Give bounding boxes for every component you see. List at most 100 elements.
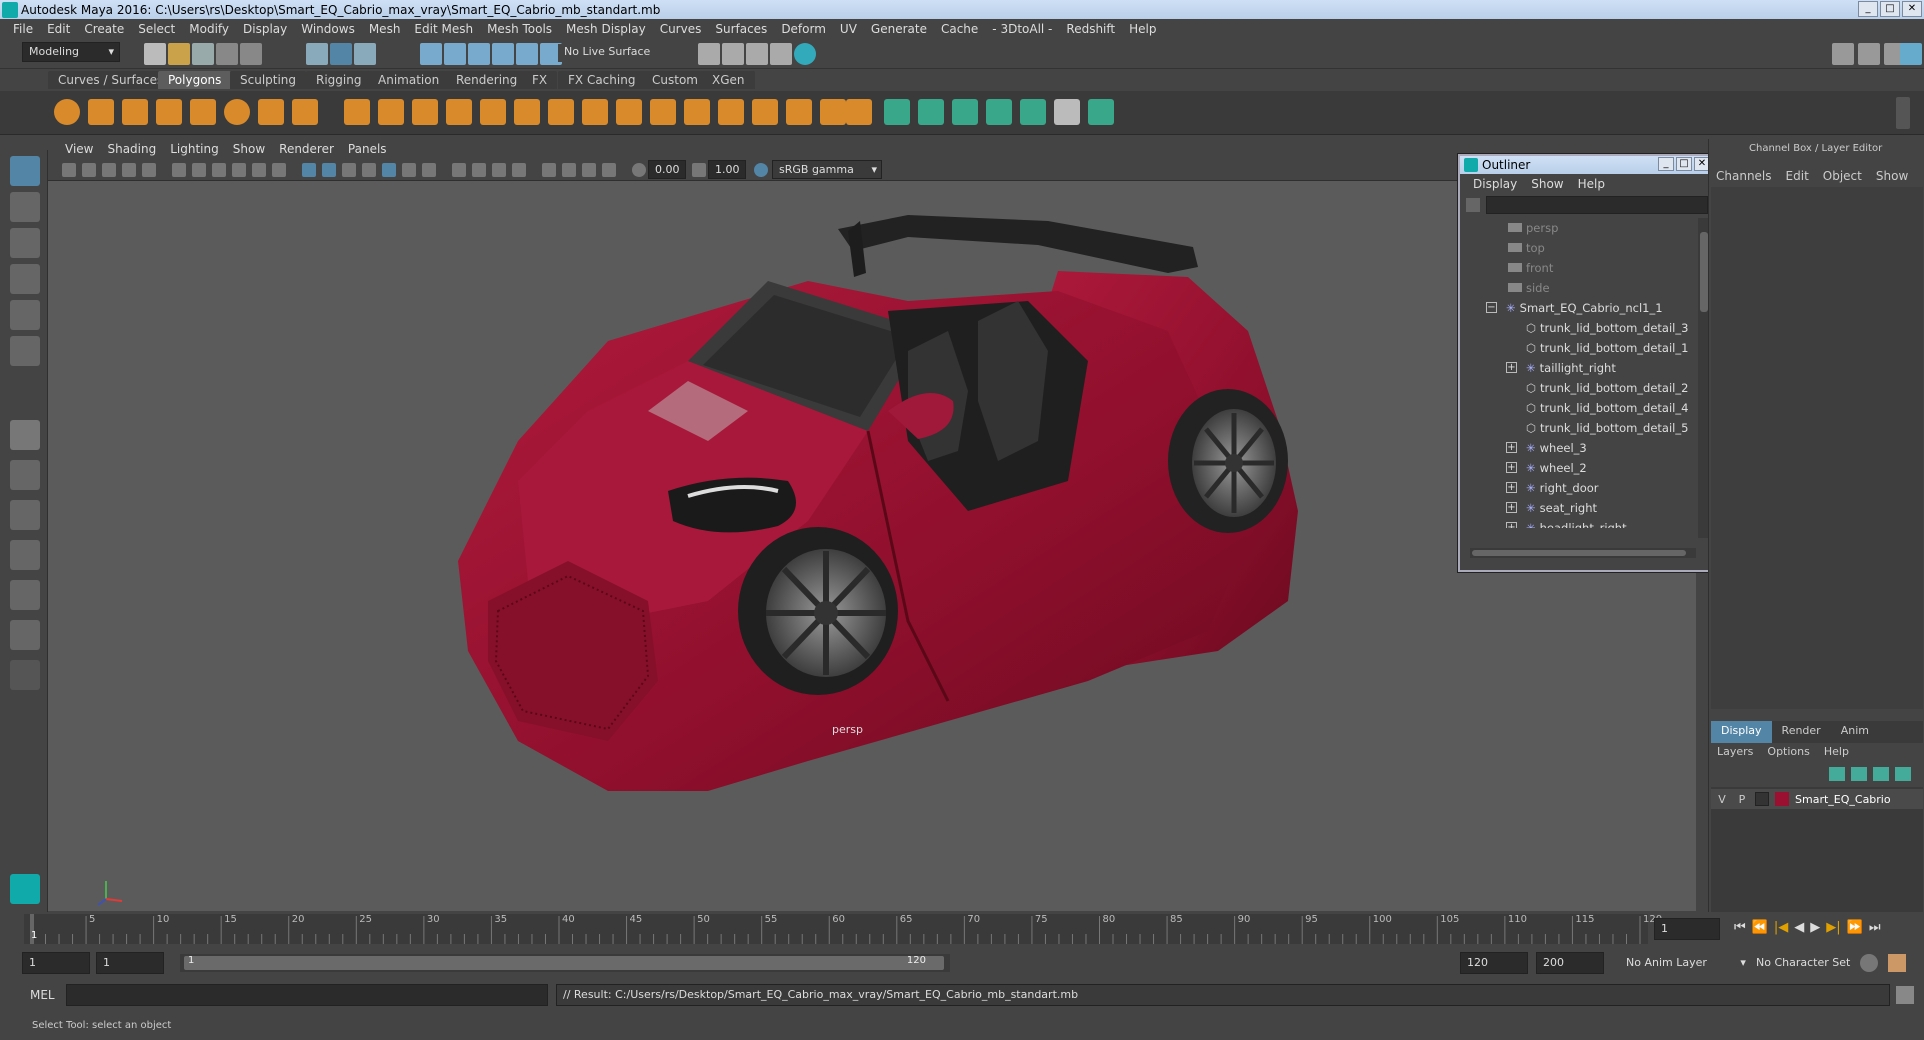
shelf-tab-polygons[interactable]: Polygons bbox=[158, 71, 232, 89]
select-tool-icon[interactable] bbox=[10, 156, 40, 186]
channel-menu-object[interactable]: Object bbox=[1818, 169, 1867, 187]
depth-of-field-icon[interactable] bbox=[512, 163, 526, 177]
checker-icon[interactable] bbox=[1054, 99, 1080, 125]
script-editor-icon[interactable] bbox=[1896, 986, 1914, 1004]
screen-space-ao-icon[interactable] bbox=[452, 163, 466, 177]
scrollbar-thumb[interactable] bbox=[1472, 550, 1686, 556]
step-back-frame-icon[interactable]: |◀ bbox=[1774, 920, 1788, 935]
command-input[interactable] bbox=[66, 984, 548, 1006]
animation-start-field[interactable]: 1 bbox=[22, 952, 90, 974]
menu-create[interactable]: Create bbox=[77, 22, 131, 36]
layer-menu-options[interactable]: Options bbox=[1761, 745, 1815, 763]
filter-icon[interactable] bbox=[1466, 198, 1480, 212]
four-view-layout-icon[interactable] bbox=[10, 460, 40, 490]
outliner-item-mesh[interactable]: ⬡ trunk_lid_bottom_detail_1 bbox=[1526, 338, 1688, 358]
shelf-tab-rigging[interactable]: Rigging bbox=[306, 71, 372, 89]
collapse-icon[interactable]: − bbox=[1486, 302, 1497, 313]
poly-cone-icon[interactable] bbox=[156, 99, 182, 125]
menu-generate[interactable]: Generate bbox=[864, 22, 934, 36]
shelf-tab-sculpting[interactable]: Sculpting bbox=[230, 71, 307, 89]
expand-icon[interactable]: + bbox=[1506, 522, 1517, 528]
snap-point-icon[interactable] bbox=[468, 43, 490, 65]
snap-curve-icon[interactable] bbox=[444, 43, 466, 65]
shelf-scroll-icon[interactable] bbox=[1896, 97, 1910, 129]
rotate-tool-icon[interactable] bbox=[10, 300, 40, 330]
maya-home-icon[interactable] bbox=[10, 874, 40, 904]
outliner-item-group[interactable]: ✳ right_door bbox=[1526, 478, 1599, 498]
xray-joints-icon[interactable] bbox=[582, 163, 596, 177]
menu-3dtoall[interactable]: - 3DtoAll - bbox=[985, 22, 1059, 36]
wireframe-icon[interactable] bbox=[302, 163, 316, 177]
isolate-select-icon[interactable] bbox=[542, 163, 556, 177]
extrude-icon[interactable] bbox=[582, 99, 608, 125]
outliner-item-group[interactable]: ✳ wheel_2 bbox=[1526, 458, 1587, 478]
menu-curves[interactable]: Curves bbox=[653, 22, 709, 36]
layer-menu-help[interactable]: Help bbox=[1818, 745, 1855, 763]
wireframe-on-shaded-icon[interactable] bbox=[362, 163, 376, 177]
mirror-icon[interactable] bbox=[786, 99, 812, 125]
outliner-menu-display[interactable]: Display bbox=[1466, 177, 1524, 191]
select-hierarchy-icon[interactable] bbox=[306, 43, 328, 65]
channel-box-toggle-icon[interactable] bbox=[1900, 43, 1922, 65]
multi-cut-icon[interactable] bbox=[548, 99, 574, 125]
film-gate-icon[interactable] bbox=[192, 163, 206, 177]
ipr-render-icon[interactable] bbox=[722, 43, 744, 65]
shelf-tab-fx-caching[interactable]: FX Caching bbox=[558, 71, 646, 89]
viewport-menu-renderer[interactable]: Renderer bbox=[272, 142, 341, 156]
layer-tab-anim[interactable]: Anim bbox=[1831, 721, 1879, 743]
cylindrical-uv-icon[interactable] bbox=[918, 99, 944, 125]
persp-graph-layout-icon[interactable] bbox=[10, 540, 40, 570]
new-empty-layer-icon[interactable] bbox=[1873, 767, 1889, 781]
menu-file[interactable]: File bbox=[6, 22, 40, 36]
playback-end-field[interactable]: 120 bbox=[1460, 952, 1528, 974]
outliner-item-root-group[interactable]: ✳ Smart_EQ_Cabrio_ncl1_1 bbox=[1506, 298, 1663, 318]
select-object-icon[interactable] bbox=[330, 43, 352, 65]
bevel-icon[interactable] bbox=[480, 99, 506, 125]
layer-tab-display[interactable]: Display bbox=[1711, 721, 1772, 743]
render-frame-icon[interactable] bbox=[698, 43, 720, 65]
layer-row[interactable]: V P Smart_EQ_Cabrio bbox=[1711, 789, 1923, 809]
default-material-icon[interactable] bbox=[342, 163, 356, 177]
select-component-icon[interactable] bbox=[354, 43, 376, 65]
minimize-button[interactable]: _ bbox=[1858, 1, 1878, 17]
menu-edit[interactable]: Edit bbox=[40, 22, 77, 36]
paint-select-tool-icon[interactable] bbox=[10, 228, 40, 258]
target-weld-icon[interactable] bbox=[820, 99, 846, 125]
maximize-button[interactable]: □ bbox=[1880, 1, 1900, 17]
shelf-tab-xgen[interactable]: XGen bbox=[702, 71, 755, 89]
poly-sphere-icon[interactable] bbox=[54, 99, 80, 125]
animation-preferences-icon[interactable] bbox=[1888, 954, 1906, 972]
undo-icon[interactable] bbox=[216, 43, 238, 65]
planar-uv-icon[interactable] bbox=[884, 99, 910, 125]
extract-icon[interactable] bbox=[412, 99, 438, 125]
outliner-layout-icon[interactable] bbox=[10, 620, 40, 650]
viewport-menu-panels[interactable]: Panels bbox=[341, 142, 394, 156]
expand-icon[interactable]: + bbox=[1506, 362, 1517, 373]
attribute-editor-icon[interactable] bbox=[1858, 43, 1880, 65]
menu-windows[interactable]: Windows bbox=[294, 22, 362, 36]
poly-cube-icon[interactable] bbox=[88, 99, 114, 125]
color-management-icon[interactable] bbox=[754, 163, 768, 177]
outliner-item-group[interactable]: ✳ taillight_right bbox=[1526, 358, 1616, 378]
merge-icon[interactable] bbox=[752, 99, 778, 125]
close-button[interactable]: ✕ bbox=[1902, 1, 1922, 17]
single-perspective-layout-icon[interactable] bbox=[10, 420, 40, 450]
menu-deform[interactable]: Deform bbox=[774, 22, 833, 36]
outliner-menu-help[interactable]: Help bbox=[1571, 177, 1612, 191]
image-plane-icon[interactable] bbox=[102, 163, 116, 177]
outliner-item-persp[interactable]: persp bbox=[1508, 218, 1558, 238]
bridge-icon[interactable] bbox=[514, 99, 540, 125]
outliner-horizontal-scrollbar[interactable] bbox=[1470, 548, 1696, 558]
more-layouts-icon[interactable] bbox=[10, 660, 40, 690]
outliner-item-group[interactable]: ✳ seat_right bbox=[1526, 498, 1597, 518]
go-to-end-icon[interactable]: ⏭ bbox=[1869, 920, 1881, 935]
expand-icon[interactable]: + bbox=[1506, 482, 1517, 493]
grease-pencil-icon[interactable] bbox=[142, 163, 156, 177]
step-back-key-icon[interactable]: ⏪ bbox=[1752, 920, 1768, 935]
poly-cylinder-icon[interactable] bbox=[122, 99, 148, 125]
layer-tab-render[interactable]: Render bbox=[1772, 721, 1831, 743]
current-frame-field[interactable]: 1 bbox=[1654, 918, 1720, 940]
new-scene-icon[interactable] bbox=[144, 43, 166, 65]
expand-icon[interactable]: + bbox=[1506, 502, 1517, 513]
channel-menu-edit[interactable]: Edit bbox=[1781, 169, 1814, 187]
